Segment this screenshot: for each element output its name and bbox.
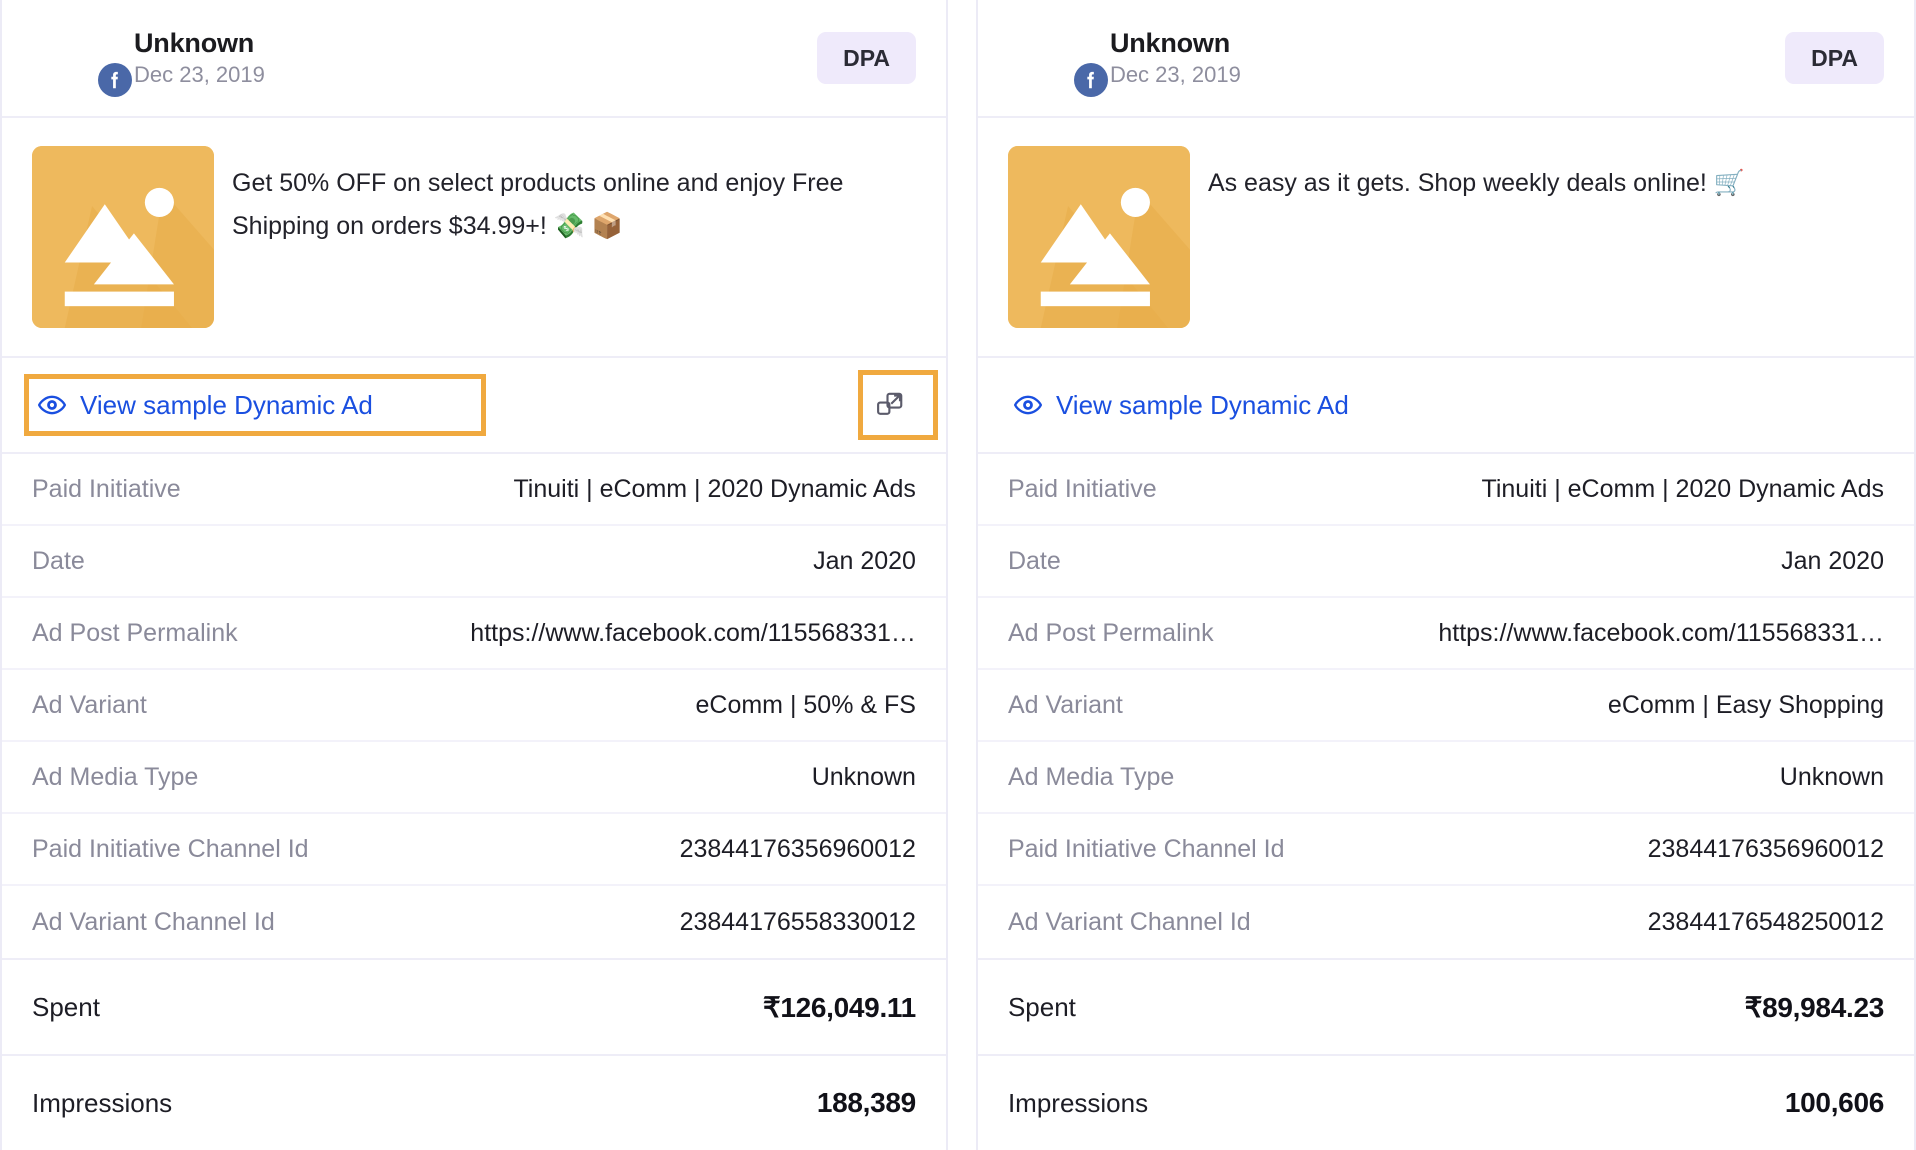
table-row: Ad Variant Channel Id 23844176548250012 <box>978 886 1914 958</box>
table-row: Paid Initiative Tinuiti | eComm | 2020 D… <box>2 454 946 526</box>
detail-table: Paid Initiative Tinuiti | eComm | 2020 D… <box>2 454 946 960</box>
detail-value: Jan 2020 <box>1781 546 1884 575</box>
eye-icon <box>38 391 66 419</box>
table-row: Ad Variant Channel Id 23844176558330012 <box>2 886 946 958</box>
image-placeholder-thumbnail <box>32 146 214 328</box>
detail-label: Ad Variant Channel Id <box>32 907 275 936</box>
ad-card-left: Unknown Dec 23, 2019 DPA Get 50% OFF on … <box>0 0 948 1150</box>
view-sample-dynamic-ad-link[interactable]: View sample Dynamic Ad <box>28 380 385 430</box>
card-header: Unknown Dec 23, 2019 DPA <box>977 0 1914 118</box>
detail-value: Jan 2020 <box>813 546 916 575</box>
advertiser-name: Unknown <box>1109 28 1231 58</box>
eye-icon <box>1013 391 1042 419</box>
detail-value: https://www.facebook.com/115568331… <box>470 618 916 647</box>
ad-date: Dec 23, 2019 <box>134 62 265 87</box>
detail-table: Paid Initiative Tinuiti | eComm | 2020 D… <box>977 454 1914 960</box>
detail-value: 23844176558330012 <box>679 907 916 936</box>
metric-value: 100,606 <box>1784 1087 1884 1118</box>
table-row: Ad Variant eComm | Easy Shopping <box>977 670 1914 742</box>
avatar <box>1004 15 1108 101</box>
table-row: Ad Post Permalink https://www.facebook.c… <box>2 598 946 670</box>
detail-label: Paid Initiative <box>1007 474 1157 503</box>
creative-text: Get 50% OFF on select products online an… <box>232 169 844 240</box>
table-row: Paid Initiative Channel Id 2384417635696… <box>2 814 946 886</box>
metric-row-impressions: Impressions 100,606 <box>978 1056 1914 1150</box>
open-in-new-window-button[interactable] <box>1832 382 1884 428</box>
detail-value: 23844176356960012 <box>1647 834 1884 863</box>
table-row: Date Jan 2020 <box>2 526 946 598</box>
metric-value: ₹126,049.11 <box>762 991 916 1023</box>
table-row: Date Jan 2020 <box>977 526 1914 598</box>
open-in-new-window-button[interactable] <box>863 382 916 428</box>
detail-label: Paid Initiative Channel Id <box>32 834 309 863</box>
detail-label: Ad Variant Channel Id <box>1007 907 1251 936</box>
facebook-icon <box>98 63 132 97</box>
detail-value: https://www.facebook.com/115568331… <box>1438 618 1884 647</box>
metric-label: Impressions <box>32 1087 173 1118</box>
detail-label: Date <box>32 546 85 575</box>
creative-row: Get 50% OFF on select products online an… <box>2 118 946 358</box>
link-row: View sample Dynamic Ad <box>977 358 1914 454</box>
detail-value: eComm | 50% & FS <box>695 690 916 719</box>
status-badge: DPA <box>817 32 916 84</box>
advertiser-name: Unknown <box>134 28 255 58</box>
table-row: Paid Initiative Tinuiti | eComm | 2020 D… <box>977 454 1914 526</box>
ad-comparison-board: Unknown Dec 23, 2019 DPA Get 50% OFF on … <box>0 0 1916 1150</box>
metric-label: Impressions <box>1007 1087 1149 1118</box>
detail-value: Tinuiti | eComm | 2020 Dynamic Ads <box>1481 474 1885 503</box>
detail-value: Tinuiti | eComm | 2020 Dynamic Ads <box>513 474 916 503</box>
table-row: Ad Media Type Unknown <box>977 742 1914 814</box>
view-sample-dynamic-ad-label: View sample Dynamic Ad <box>80 389 373 420</box>
metric-value: ₹89,984.23 <box>1744 991 1885 1023</box>
detail-label: Ad Variant <box>1007 690 1123 719</box>
detail-value: 23844176548250012 <box>1647 907 1884 936</box>
detail-label: Ad Variant <box>32 690 147 719</box>
card-header: Unknown Dec 23, 2019 DPA <box>2 0 946 118</box>
table-row: Ad Post Permalink https://www.facebook.c… <box>977 598 1914 670</box>
detail-label: Paid Initiative Channel Id <box>1007 834 1285 863</box>
creative-row: As easy as it gets. Shop weekly deals on… <box>977 118 1914 358</box>
metric-row-impressions: Impressions 188,389 <box>2 1056 946 1150</box>
detail-label: Date <box>1007 546 1061 575</box>
table-row: Ad Variant eComm | 50% & FS <box>2 670 946 742</box>
creative-text: As easy as it gets. Shop weekly deals on… <box>1207 169 1745 197</box>
image-placeholder-thumbnail <box>1007 146 1190 328</box>
header-text: Unknown Dec 23, 2019 <box>134 27 265 89</box>
metric-row-spent: Spent ₹89,984.23 <box>977 960 1914 1056</box>
detail-label: Ad Media Type <box>1007 762 1175 791</box>
view-sample-dynamic-ad-link[interactable]: View sample Dynamic Ad <box>1003 380 1361 430</box>
detail-value: 23844176356960012 <box>679 834 916 863</box>
link-row: View sample Dynamic Ad <box>2 358 946 454</box>
detail-value: Unknown <box>811 762 916 791</box>
avatar <box>28 15 132 101</box>
metric-row-spent: Spent ₹126,049.11 <box>2 960 946 1056</box>
ad-card-right: Unknown Dec 23, 2019 DPA As easy as it g… <box>975 0 1916 1150</box>
detail-label: Ad Media Type <box>32 762 199 791</box>
detail-value: Unknown <box>1779 762 1884 791</box>
detail-value: eComm | Easy Shopping <box>1607 690 1884 719</box>
view-sample-dynamic-ad-label: View sample Dynamic Ad <box>1055 389 1349 420</box>
header-text: Unknown Dec 23, 2019 <box>1110 27 1241 89</box>
status-badge: DPA <box>1785 32 1884 84</box>
ad-date: Dec 23, 2019 <box>1109 62 1241 87</box>
facebook-icon <box>1073 63 1108 97</box>
metric-value: 188,389 <box>816 1087 916 1118</box>
detail-label: Ad Post Permalink <box>1007 618 1214 647</box>
metric-label: Spent <box>1007 991 1076 1022</box>
metric-label: Spent <box>32 991 100 1022</box>
table-row: Paid Initiative Channel Id 2384417635696… <box>977 814 1914 886</box>
table-row: Ad Media Type Unknown <box>2 742 946 814</box>
detail-label: Ad Post Permalink <box>32 618 238 647</box>
detail-label: Paid Initiative <box>32 474 181 503</box>
